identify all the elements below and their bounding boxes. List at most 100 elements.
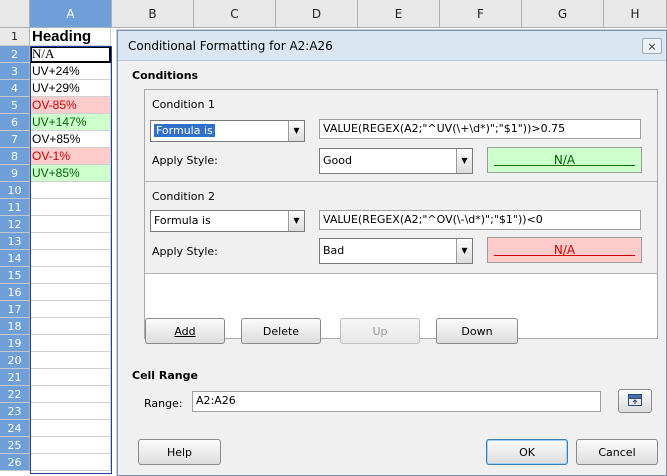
row-header-1[interactable]: 1 [0,28,30,46]
cell-a25[interactable] [30,437,111,454]
row-header-4[interactable]: 4 [0,80,30,97]
cell-a6[interactable]: UV+147% [30,114,111,131]
condition-2-style-value: Bad [323,244,345,257]
cell-a4[interactable]: UV+29% [30,80,111,97]
preview-underline [494,255,635,256]
cell-a26[interactable] [30,454,111,471]
shrink-button[interactable] [618,389,652,413]
row-header-6[interactable]: 6 [0,114,30,131]
cell-a7[interactable]: OV+85% [30,131,111,148]
down-button-label: Down [461,324,493,338]
condition-1-title: Condition 1 [152,98,215,111]
up-button[interactable]: Up [340,318,420,344]
condition-2-title: Condition 2 [152,190,215,203]
cell-a18[interactable] [30,318,111,335]
cell-a11[interactable] [30,199,111,216]
help-button[interactable]: Help [138,439,221,465]
row-header-20[interactable]: 20 [0,352,30,369]
add-button[interactable]: Add [145,318,225,344]
condition-1-style-preview: N/A [487,147,642,173]
condition-2-style-select[interactable]: Bad ▼ [319,238,473,264]
conditional-formatting-dialog: Conditional Formatting for A2:A26 × Cond… [117,30,667,476]
cell-a12[interactable] [30,216,111,233]
column-header-a[interactable]: A [30,0,112,28]
cell-a24[interactable] [30,420,111,437]
conditions-list: Condition 1 Formula is ▼ VALUE(REGEX(A2;… [144,89,658,339]
condition-1-type-value: Formula is [154,124,215,137]
delete-button[interactable]: Delete [241,318,321,344]
cell-a20[interactable] [30,352,111,369]
chevron-down-icon: ▼ [456,239,472,263]
cell-a16[interactable] [30,284,111,301]
condition-2-style-preview: N/A [487,237,642,263]
condition-2-box: Condition 2 Formula is ▼ VALUE(REGEX(A2;… [145,182,657,274]
row-header-13[interactable]: 13 [0,233,30,250]
cell-a2[interactable]: N/A [30,46,111,63]
row-header-11[interactable]: 11 [0,199,30,216]
cell-a9[interactable]: UV+85% [30,165,111,182]
condition-1-box: Condition 1 Formula is ▼ VALUE(REGEX(A2;… [145,90,657,182]
row-header-25[interactable]: 25 [0,437,30,454]
condition-1-style-select[interactable]: Good ▼ [319,148,473,174]
condition-2-type-value: Formula is [154,214,211,227]
row-header-23[interactable]: 23 [0,403,30,420]
row-header-22[interactable]: 22 [0,386,30,403]
chevron-down-icon: ▼ [288,121,304,141]
cancel-button[interactable]: Cancel [576,439,658,465]
row-header-15[interactable]: 15 [0,267,30,284]
column-header-g[interactable]: G [522,0,604,28]
column-header-e[interactable]: E [358,0,440,28]
column-header-d[interactable]: D [276,0,358,28]
condition-1-apply-style-label: Apply Style: [152,154,218,167]
cell-a21[interactable] [30,369,111,386]
dialog-titlebar: Conditional Formatting for A2:A26 × [118,31,666,61]
ok-button[interactable]: OK [486,439,568,465]
row-header-7[interactable]: 7 [0,131,30,148]
row-header-8[interactable]: 8 [0,148,30,165]
condition-2-apply-style-label: Apply Style: [152,245,218,258]
row-header-14[interactable]: 14 [0,250,30,267]
row-header-12[interactable]: 12 [0,216,30,233]
cell-a13[interactable] [30,233,111,250]
help-button-label: Help [166,445,193,459]
row-header-16[interactable]: 16 [0,284,30,301]
cell-a3[interactable]: UV+24% [30,63,111,80]
row-header-24[interactable]: 24 [0,420,30,437]
row-header-10[interactable]: 10 [0,182,30,199]
dialog-title: Conditional Formatting for A2:A26 [128,39,333,53]
row-header-18[interactable]: 18 [0,318,30,335]
chevron-down-icon: ▼ [288,211,304,231]
cell-a22[interactable] [30,386,111,403]
column-header-h[interactable]: H [604,0,667,28]
row-header-17[interactable]: 17 [0,301,30,318]
cell-a1[interactable]: Heading [30,28,111,46]
row-header-5[interactable]: 5 [0,97,30,114]
range-input[interactable]: A2:A26 [192,391,601,412]
cell-a10[interactable] [30,182,111,199]
condition-1-type-select[interactable]: Formula is ▼ [150,120,305,142]
row-header-21[interactable]: 21 [0,369,30,386]
column-header-c[interactable]: C [194,0,276,28]
close-icon: × [647,39,657,53]
cell-a15[interactable] [30,267,111,284]
cell-a5[interactable]: OV-85% [30,97,111,114]
condition-2-type-select[interactable]: Formula is ▼ [150,210,305,232]
select-all-corner[interactable] [0,0,30,28]
cell-a23[interactable] [30,403,111,420]
close-button[interactable]: × [642,38,662,54]
column-header-b[interactable]: B [112,0,194,28]
row-header-2[interactable]: 2 [0,46,30,63]
cancel-button-label: Cancel [598,445,636,459]
cell-a14[interactable] [30,250,111,267]
down-button[interactable]: Down [436,318,518,344]
cell-a17[interactable] [30,301,111,318]
column-header-f[interactable]: F [440,0,522,28]
row-header-9[interactable]: 9 [0,165,30,182]
cell-a8[interactable]: OV-1% [30,148,111,165]
condition-2-formula-input[interactable]: VALUE(REGEX(A2;"^OV(\-\d*)";"$1"))<0 [319,210,641,230]
row-header-19[interactable]: 19 [0,335,30,352]
row-header-26[interactable]: 26 [0,454,30,471]
row-header-3[interactable]: 3 [0,63,30,80]
condition-1-formula-input[interactable]: VALUE(REGEX(A2;"^UV(\+\d*)";"$1"))>0.75 [319,119,641,139]
cell-a19[interactable] [30,335,111,352]
